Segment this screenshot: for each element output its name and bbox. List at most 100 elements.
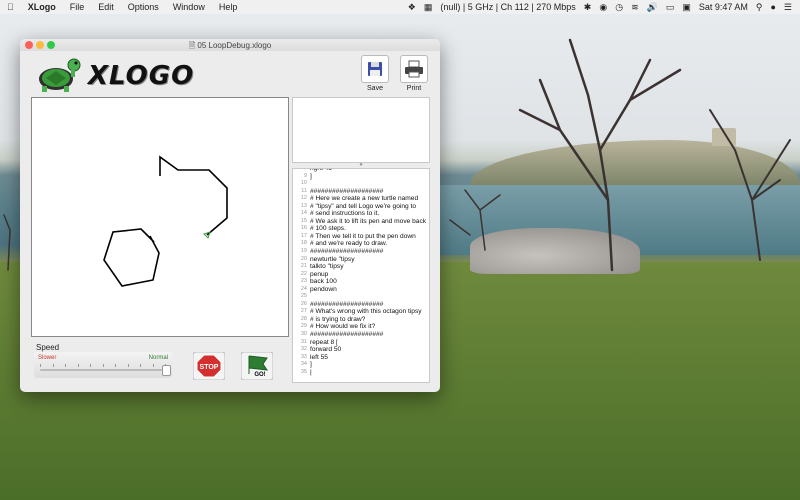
editor-line[interactable]: 10	[293, 180, 429, 188]
editor-line[interactable]: 28 # is trying to draw?	[293, 316, 429, 324]
save-button[interactable]: Save	[360, 55, 390, 92]
editor-line[interactable]: 30 ####################	[293, 331, 429, 339]
line-number: 20	[300, 255, 307, 262]
line-text: left 55	[310, 353, 328, 361]
line-number: 18	[300, 240, 307, 247]
drawing-canvas[interactable]	[31, 97, 289, 337]
editor-line[interactable]: 12 # Here we create a new turtle named	[293, 195, 429, 203]
editor-line[interactable]: 15 # We ask it to lift its pen and move b…	[293, 218, 429, 226]
slider-track[interactable]	[40, 369, 166, 371]
line-text: # 100 steps.	[310, 225, 346, 233]
line-text: penup	[310, 270, 329, 278]
editor-line[interactable]: 35 |	[293, 369, 429, 377]
drawn-path-1	[159, 155, 228, 236]
editor-line[interactable]: 20 newturtle "tipsy	[293, 256, 429, 264]
editor-line[interactable]: 22 penup	[293, 271, 429, 279]
stop-button[interactable]: STOP	[193, 352, 225, 380]
editor-line[interactable]: 29 # How would we fix it?	[293, 323, 429, 331]
line-number: 31	[300, 338, 307, 345]
editor-line[interactable]: 27 # What's wrong with this octagon tipsy	[293, 308, 429, 316]
line-number: 9	[303, 172, 307, 179]
line-number: 10	[300, 180, 307, 187]
menu-window[interactable]: Window	[166, 2, 212, 12]
line-text: # Here we create a new turtle named	[310, 195, 419, 203]
document-icon: 🗎	[188, 41, 196, 50]
line-number: 19	[300, 248, 307, 255]
line-number: 21	[300, 263, 307, 270]
wifi-status-text[interactable]: (null) | 5 GHz | Ch 112 | 270 Mbps	[440, 2, 575, 12]
bluetooth-icon[interactable]: ✱	[584, 2, 592, 12]
elephant-icon[interactable]: ◉	[599, 2, 607, 12]
turtle-logo-icon	[39, 58, 81, 92]
print-label: Print	[406, 85, 422, 92]
notification-center-icon[interactable]: ☰	[784, 2, 792, 12]
line-text: right 45	[310, 168, 332, 172]
dropbox-icon[interactable]: ❖	[408, 2, 416, 12]
xlogo-logo-text: XLOGO	[88, 61, 195, 91]
turtle-drawing	[103, 155, 228, 287]
display-icon[interactable]: ▣	[682, 2, 691, 12]
line-number: 30	[300, 331, 307, 338]
save-label: Save	[367, 85, 383, 92]
editor-line[interactable]: 14 # send instructions to it.	[293, 210, 429, 218]
speed-label: Speed	[36, 343, 60, 352]
line-text: # How would we fix it?	[310, 323, 376, 331]
menu-edit[interactable]: Edit	[91, 2, 121, 12]
title-bar[interactable]: 🗎 05 LoopDebug.xlogo	[20, 39, 440, 51]
signal-icon[interactable]: ▦	[424, 2, 433, 12]
user-avatar-icon[interactable]: ●	[770, 2, 775, 12]
go-label: GO!	[254, 372, 265, 378]
line-number: 17	[300, 232, 307, 239]
menu-file[interactable]: File	[63, 2, 92, 12]
wifi-icon[interactable]: ≋	[631, 2, 639, 12]
volume-icon[interactable]: 🔊	[647, 2, 658, 12]
line-number: 26	[300, 300, 307, 307]
editor-line[interactable]: 13 # "tipsy" and tell Logo we're going to	[293, 203, 429, 211]
slider-knob[interactable]	[162, 365, 171, 376]
editor-line[interactable]: 32 forward 50	[293, 346, 429, 354]
clock[interactable]: Sat 9:47 AM	[699, 2, 748, 12]
editor-line[interactable]: 11 ####################	[293, 188, 429, 196]
line-number: 25	[300, 293, 307, 300]
command-output-pane[interactable]	[292, 97, 430, 163]
timemachine-icon[interactable]: ◷	[615, 2, 623, 12]
battery-icon[interactable]: ▭	[666, 2, 675, 12]
line-number: 16	[300, 225, 307, 232]
editor-line[interactable]: 19 ####################	[293, 248, 429, 256]
line-text: pendown	[310, 285, 337, 293]
spotlight-search-icon[interactable]: ⚲	[756, 2, 763, 12]
line-number: 15	[300, 217, 307, 224]
editor-line[interactable]: 23 back 100	[293, 278, 429, 286]
apple-icon[interactable]: 	[0, 2, 21, 12]
line-text: ####################	[310, 300, 384, 308]
print-button[interactable]: Print	[399, 55, 429, 92]
editor-line[interactable]: 26 ####################	[293, 301, 429, 309]
menu-options[interactable]: Options	[121, 2, 166, 12]
menu-help[interactable]: Help	[212, 2, 245, 12]
line-text: # send instructions to it.	[310, 210, 380, 218]
line-number: 33	[300, 353, 307, 360]
line-number: 13	[300, 202, 307, 209]
editor-line[interactable]: 31 repeat 8 [	[293, 339, 429, 347]
go-button[interactable]: GO!	[241, 352, 273, 380]
line-number: 29	[300, 323, 307, 330]
editor-line[interactable]: 24 pendown	[293, 286, 429, 294]
editor-line[interactable]: 18 # and we're ready to draw.	[293, 240, 429, 248]
speed-slider[interactable]: Slower Normal	[34, 352, 172, 378]
editor-line[interactable]: 17 # Then we tell it to put the pen down	[293, 233, 429, 241]
editor-line[interactable]: 25	[293, 293, 429, 301]
line-text: back 100	[310, 278, 337, 286]
line-number: 32	[300, 346, 307, 353]
code-editor[interactable]: 8 right 45 9] 10 11 #################### 12 # H…	[292, 168, 430, 383]
editor-line[interactable]: 33 left 55	[293, 354, 429, 362]
editor-line[interactable]: 21 talkto "tipsy	[293, 263, 429, 271]
line-text: talkto "tipsy	[310, 263, 344, 271]
menubar:  XLogo File Edit Options Window Help ❖ …	[0, 0, 800, 14]
editor-line[interactable]: 34]	[293, 361, 429, 369]
line-number: 22	[300, 270, 307, 277]
menu-app-name[interactable]: XLogo	[21, 2, 63, 12]
editor-line[interactable]: 16 # 100 steps.	[293, 225, 429, 233]
line-number: 34	[300, 361, 307, 368]
line-text: repeat 8 [	[310, 338, 338, 346]
editor-line[interactable]: 9]	[293, 173, 429, 181]
